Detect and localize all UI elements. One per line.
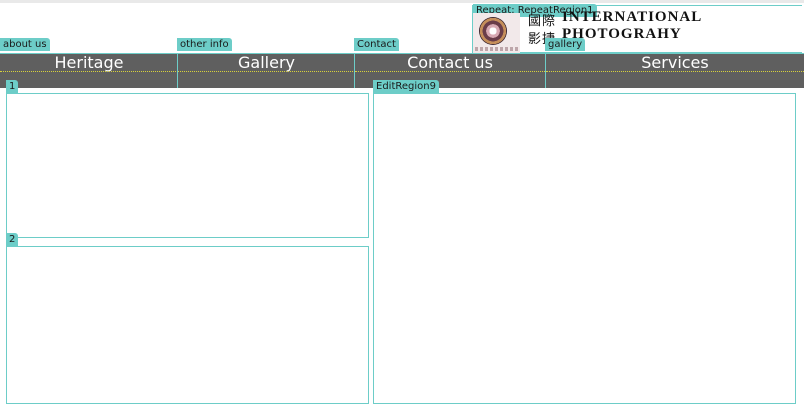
nav-divider-line	[0, 71, 178, 72]
content-region-1[interactable]	[6, 93, 369, 238]
contact-tag: Contact	[354, 38, 399, 51]
nav-label-gallery: Gallery	[238, 53, 295, 72]
logo-cjk-line1: 國際	[528, 14, 557, 29]
region-1-tag: 1	[6, 80, 19, 93]
content-region-2[interactable]	[6, 246, 369, 404]
edit-region-tag: EditRegion9	[373, 80, 439, 93]
about-us-tag: about us	[0, 38, 50, 51]
other-info-tag: other info	[177, 38, 232, 51]
nav-label-services: Services	[641, 53, 709, 72]
region-2-tag: 2	[6, 233, 19, 246]
logo-caption	[475, 47, 518, 51]
nav-label-contact-us: Contact us	[407, 53, 493, 72]
nav-label-heritage: Heritage	[54, 53, 124, 72]
nav-divider-line	[546, 71, 804, 72]
nav-item-heritage[interactable]: Heritage	[0, 54, 178, 88]
nav-item-gallery[interactable]: Gallery	[178, 54, 355, 88]
logo-text-line1: INTERNATIONAL	[562, 9, 703, 25]
gallery-tag: gallery	[545, 38, 586, 51]
logo-seal-icon	[479, 17, 507, 45]
top-rule	[0, 0, 804, 3]
nav-item-services[interactable]: Services	[546, 54, 804, 88]
nav-divider-line	[178, 71, 355, 72]
nav-divider-line	[355, 71, 545, 72]
edit-region-9[interactable]	[373, 93, 796, 404]
logo-image	[473, 13, 520, 53]
